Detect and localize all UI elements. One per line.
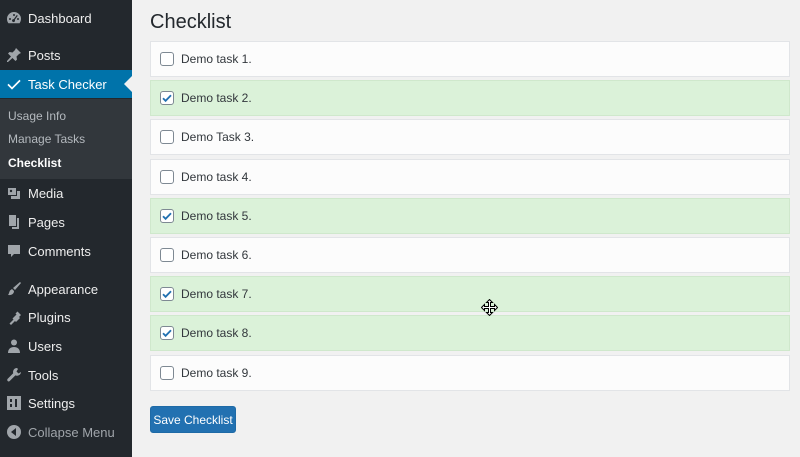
submenu-item-usage-info[interactable]: Usage Info xyxy=(8,109,66,123)
task-row[interactable]: Demo task 6. xyxy=(150,237,790,273)
sidebar-item-label: Plugins xyxy=(28,309,71,325)
sidebar-item-media[interactable]: Media xyxy=(0,179,132,207)
sidebar-item-label: Posts xyxy=(28,47,61,63)
submenu-item-manage-tasks[interactable]: Manage Tasks xyxy=(8,132,85,146)
sidebar-item-pages[interactable]: Pages xyxy=(0,208,132,236)
comment-icon xyxy=(0,243,28,259)
save-checklist-button[interactable]: Save Checklist xyxy=(150,406,236,433)
task-checkbox[interactable] xyxy=(160,169,174,184)
sidebar-item-tools[interactable]: Tools xyxy=(0,361,132,389)
admin-sidebar: Dashboard Posts Task Checker Usage Info … xyxy=(0,0,132,457)
task-label: Demo task 2. xyxy=(181,91,252,106)
sidebar-item-dashboard[interactable]: Dashboard xyxy=(0,4,132,32)
task-row[interactable]: Demo task 4. xyxy=(150,158,790,195)
sidebar-item-label: Dashboard xyxy=(28,10,92,26)
task-checker-submenu: Usage Info Manage Tasks Checklist xyxy=(0,99,132,179)
task-checkbox[interactable] xyxy=(160,52,174,66)
task-row[interactable]: Demo task 1. xyxy=(150,41,790,77)
task-checkbox-checked[interactable] xyxy=(160,208,174,223)
checkmark-icon xyxy=(162,94,172,103)
task-label: Demo Task 3. xyxy=(181,130,255,145)
checkmark-icon xyxy=(162,329,172,338)
collapse-icon xyxy=(0,424,28,440)
sidebar-item-task-checker[interactable]: Task Checker xyxy=(0,70,132,98)
submenu-item-checklist[interactable]: Checklist xyxy=(8,156,61,170)
task-row[interactable]: Demo task 8. xyxy=(150,315,790,352)
sidebar-item-label: Users xyxy=(28,338,62,354)
checkmark-icon xyxy=(0,76,28,92)
wrench-icon xyxy=(0,367,28,383)
task-checkbox-checked[interactable] xyxy=(160,91,174,106)
task-checkbox[interactable] xyxy=(160,130,174,145)
paintbrush-icon xyxy=(0,281,28,297)
task-checkbox-checked[interactable] xyxy=(160,287,174,302)
dashboard-icon xyxy=(0,10,28,26)
sidebar-item-label: Tools xyxy=(28,367,59,383)
task-checkbox-checked[interactable] xyxy=(160,326,174,341)
task-label: Demo task 4. xyxy=(181,169,252,184)
task-label: Demo task 7. xyxy=(181,287,252,302)
task-checkbox[interactable] xyxy=(160,248,174,262)
task-row[interactable]: Demo task 7. xyxy=(150,276,790,313)
sidebar-item-plugins[interactable]: Plugins xyxy=(0,303,132,331)
task-checkbox[interactable] xyxy=(160,365,174,380)
task-row[interactable]: Demo task 9. xyxy=(150,354,790,391)
checkmark-icon xyxy=(162,212,172,220)
task-label: Demo task 9. xyxy=(181,365,252,380)
task-row[interactable]: Demo Task 3. xyxy=(150,119,790,156)
sidebar-item-label: Task Checker xyxy=(28,76,107,92)
sidebar-item-label: Settings xyxy=(28,395,75,411)
page-title: Checklist xyxy=(150,11,232,33)
sidebar-item-label: Pages xyxy=(28,214,65,230)
sidebar-item-posts[interactable]: Posts xyxy=(0,41,132,69)
task-row[interactable]: Demo task 5. xyxy=(150,197,790,234)
task-label: Demo task 8. xyxy=(181,326,252,341)
sidebar-item-users[interactable]: Users xyxy=(0,332,132,360)
sidebar-item-label: Media xyxy=(28,185,64,201)
sidebar-item-label: Comments xyxy=(28,243,91,259)
plug-icon xyxy=(0,309,28,325)
sidebar-item-comments[interactable]: Comments xyxy=(0,237,132,265)
sidebar-item-label: Collapse Menu xyxy=(28,424,115,440)
user-icon xyxy=(0,338,28,354)
task-label: Demo task 1. xyxy=(181,52,252,66)
sidebar-item-label: Appearance xyxy=(28,281,99,297)
task-label: Demo task 5. xyxy=(181,208,252,223)
move-cursor-icon xyxy=(481,299,498,316)
media-icon xyxy=(0,185,28,201)
sidebar-item-appearance[interactable]: Appearance xyxy=(0,275,132,303)
task-row[interactable]: Demo task 2. xyxy=(150,80,790,117)
settings-icon xyxy=(0,395,28,411)
task-label: Demo task 6. xyxy=(181,248,252,262)
pages-icon xyxy=(0,214,28,230)
checkmark-icon xyxy=(162,290,172,299)
collapse-menu-button[interactable]: Collapse Menu xyxy=(0,418,132,446)
sidebar-item-settings[interactable]: Settings xyxy=(0,389,132,417)
pin-icon xyxy=(0,47,28,63)
